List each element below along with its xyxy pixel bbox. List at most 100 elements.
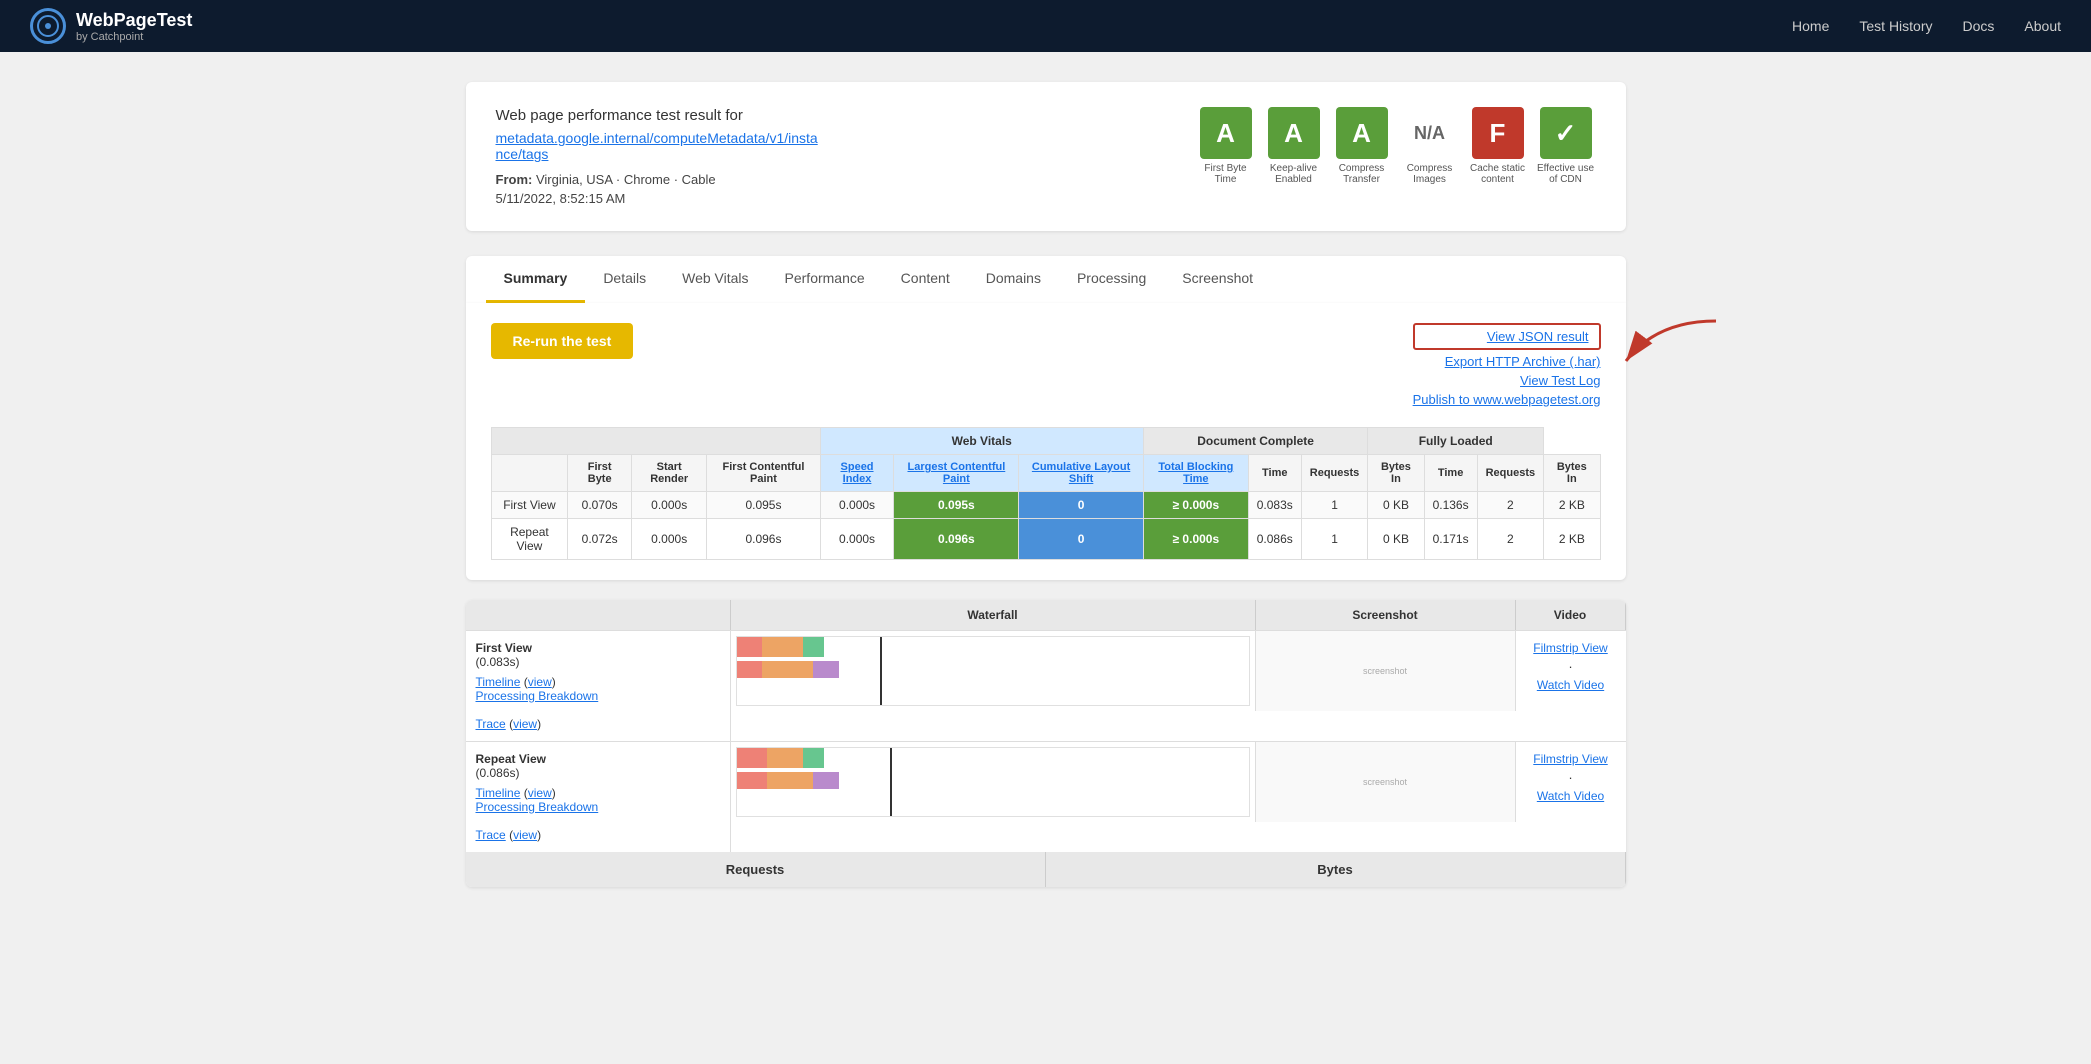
wf-view-name-1: First View(0.083s) — [476, 641, 720, 669]
main-content: Web page performance test result for met… — [446, 52, 1646, 937]
wf-links-2: Timeline (view) Processing Breakdown Tra… — [476, 786, 720, 842]
nav-test-history[interactable]: Test History — [1859, 18, 1932, 34]
td-first-byte-1: 0.070s — [568, 492, 632, 519]
td-start-render-2: 0.000s — [632, 519, 707, 560]
tab-performance[interactable]: Performance — [767, 256, 883, 303]
timeline-view-link-1[interactable]: view — [528, 675, 552, 689]
result-card: Web page performance test result for met… — [466, 82, 1626, 231]
export-har-link[interactable]: Export HTTP Archive (.har) — [1413, 354, 1601, 369]
speed-index-link[interactable]: Speed Index — [841, 461, 874, 485]
tab-screenshot[interactable]: Screenshot — [1164, 256, 1271, 303]
tab-domains[interactable]: Domains — [968, 256, 1059, 303]
watch-video-link-2[interactable]: Watch Video — [1537, 789, 1604, 803]
waterfall-section: Waterfall Screenshot Video First View(0.… — [466, 600, 1626, 887]
wf-video-1: Filmstrip View · Watch Video — [1516, 631, 1626, 702]
td-lcp-1: 0.095s — [894, 492, 1019, 519]
tab-web-vitals[interactable]: Web Vitals — [664, 256, 766, 303]
wf-info-first-view: First View(0.083s) Timeline (view) Proce… — [466, 631, 731, 741]
grades-container: A First Byte Time A Keep-alive Enabled A… — [1196, 107, 1596, 185]
trace-link-1[interactable]: Trace — [476, 717, 506, 731]
th-web-vitals: Web Vitals — [820, 428, 1143, 455]
th-dc-bytes: Bytes In — [1368, 455, 1424, 492]
waterfall-row-repeat-view: Repeat View(0.086s) Timeline (view) Proc… — [466, 741, 1626, 852]
td-cls-2: 0 — [1019, 519, 1144, 560]
watch-video-link-1[interactable]: Watch Video — [1537, 678, 1604, 692]
tab-processing[interactable]: Processing — [1059, 256, 1164, 303]
nav-docs[interactable]: Docs — [1963, 18, 1995, 34]
th-cls: Cumulative Layout Shift — [1019, 455, 1144, 492]
td-fl-bytes-2: 2 KB — [1544, 519, 1600, 560]
result-meta: From: Virginia, USA · Chrome · Cable 5/1… — [496, 172, 1166, 206]
timeline-link-1[interactable]: Timeline — [476, 675, 521, 689]
grade-label-keep-alive: Keep-alive Enabled — [1264, 163, 1324, 185]
view-log-link[interactable]: View Test Log — [1413, 373, 1601, 388]
brand-text: WebPageTest by Catchpoint — [76, 10, 192, 43]
processing-breakdown-link-1[interactable]: Processing Breakdown — [476, 689, 599, 703]
bottom-headers: Requests Bytes — [466, 852, 1626, 887]
grade-label-compress-transfer: Compress Transfer — [1332, 163, 1392, 185]
waterfall-row-first-view: First View(0.083s) Timeline (view) Proce… — [466, 630, 1626, 741]
filmstrip-view-link-1[interactable]: Filmstrip View — [1533, 641, 1607, 655]
wf-header-empty — [466, 600, 731, 630]
wf-links-1: Timeline (view) Processing Breakdown Tra… — [476, 675, 720, 731]
rerun-button[interactable]: Re-run the test — [491, 323, 634, 359]
tbt-link[interactable]: Total Blocking Time — [1158, 461, 1233, 485]
waterfall-chart-1 — [736, 636, 1250, 706]
th-dc-requests: Requests — [1301, 455, 1368, 492]
th-dc-time: Time — [1248, 455, 1301, 492]
td-dc-bytes-1: 0 KB — [1368, 492, 1424, 519]
result-links: View JSON result Export HTTP Archive (.h… — [1413, 323, 1601, 407]
tab-content[interactable]: Content — [883, 256, 968, 303]
result-header: Web page performance test result for met… — [496, 107, 1596, 206]
th-lcp: Largest Contentful Paint — [894, 455, 1019, 492]
result-info: Web page performance test result for met… — [496, 107, 1166, 206]
td-speed-index-1: 0.000s — [820, 492, 894, 519]
tab-summary[interactable]: Summary — [486, 256, 586, 303]
grade-label-cache-static: Cache static content — [1468, 163, 1528, 185]
publish-link[interactable]: Publish to www.webpagetest.org — [1413, 392, 1601, 407]
grade-label-cdn: Effective use of CDN — [1536, 163, 1596, 185]
timeline-link-2[interactable]: Timeline — [476, 786, 521, 800]
result-url[interactable]: metadata.google.internal/computeMetadata… — [496, 130, 1166, 162]
trace-view-link-2[interactable]: view — [513, 828, 537, 842]
tab-section: Summary Details Web Vitals Performance C… — [466, 256, 1626, 887]
th-fl-time: Time — [1424, 455, 1477, 492]
video-separator-2: · — [1568, 770, 1572, 785]
td-first-byte-2: 0.072s — [568, 519, 632, 560]
grade-box-first-byte: A — [1200, 107, 1252, 159]
trace-link-2[interactable]: Trace — [476, 828, 506, 842]
logo-icon — [30, 8, 66, 44]
td-fl-req-1: 2 — [1477, 492, 1544, 519]
bottom-bytes-header: Bytes — [1046, 852, 1626, 887]
result-title: Web page performance test result for — [496, 107, 1166, 124]
tab-details[interactable]: Details — [585, 256, 664, 303]
trace-view-link-1[interactable]: view — [513, 717, 537, 731]
navbar: WebPageTest by Catchpoint Home Test Hist… — [0, 0, 2091, 52]
th-tbt: Total Blocking Time — [1143, 455, 1248, 492]
timeline-view-link-2[interactable]: view — [528, 786, 552, 800]
lcp-link[interactable]: Largest Contentful Paint — [907, 461, 1005, 485]
result-date: 5/11/2022, 8:52:15 AM — [496, 191, 1166, 206]
td-fcp-2: 0.096s — [707, 519, 820, 560]
grade-first-byte: A First Byte Time — [1196, 107, 1256, 185]
waterfall-header: Waterfall Screenshot Video — [466, 600, 1626, 630]
from-label: From: Virginia, USA · Chrome · Cable — [496, 172, 716, 187]
grade-box-cdn: ✓ — [1540, 107, 1592, 159]
arrow-annotation — [1596, 311, 1726, 404]
wf-chart-1 — [731, 631, 1256, 711]
grade-label-first-byte: First Byte Time — [1196, 163, 1256, 185]
td-speed-index-2: 0.000s — [820, 519, 894, 560]
view-json-link[interactable]: View JSON result — [1413, 323, 1601, 350]
processing-breakdown-link-2[interactable]: Processing Breakdown — [476, 800, 599, 814]
nav-home[interactable]: Home — [1792, 18, 1829, 34]
cls-link[interactable]: Cumulative Layout Shift — [1032, 461, 1130, 485]
brand-name: WebPageTest — [76, 10, 192, 31]
metrics-table: Web Vitals Document Complete Fully Loade… — [491, 427, 1601, 560]
grade-keep-alive: A Keep-alive Enabled — [1264, 107, 1324, 185]
th-fl-bytes: Bytes In — [1544, 455, 1600, 492]
nav-about[interactable]: About — [2024, 18, 2061, 34]
filmstrip-view-link-2[interactable]: Filmstrip View — [1533, 752, 1607, 766]
td-tbt-2: ≥ 0.000s — [1143, 519, 1248, 560]
td-tbt-1: ≥ 0.000s — [1143, 492, 1248, 519]
bottom-requests-header: Requests — [466, 852, 1046, 887]
